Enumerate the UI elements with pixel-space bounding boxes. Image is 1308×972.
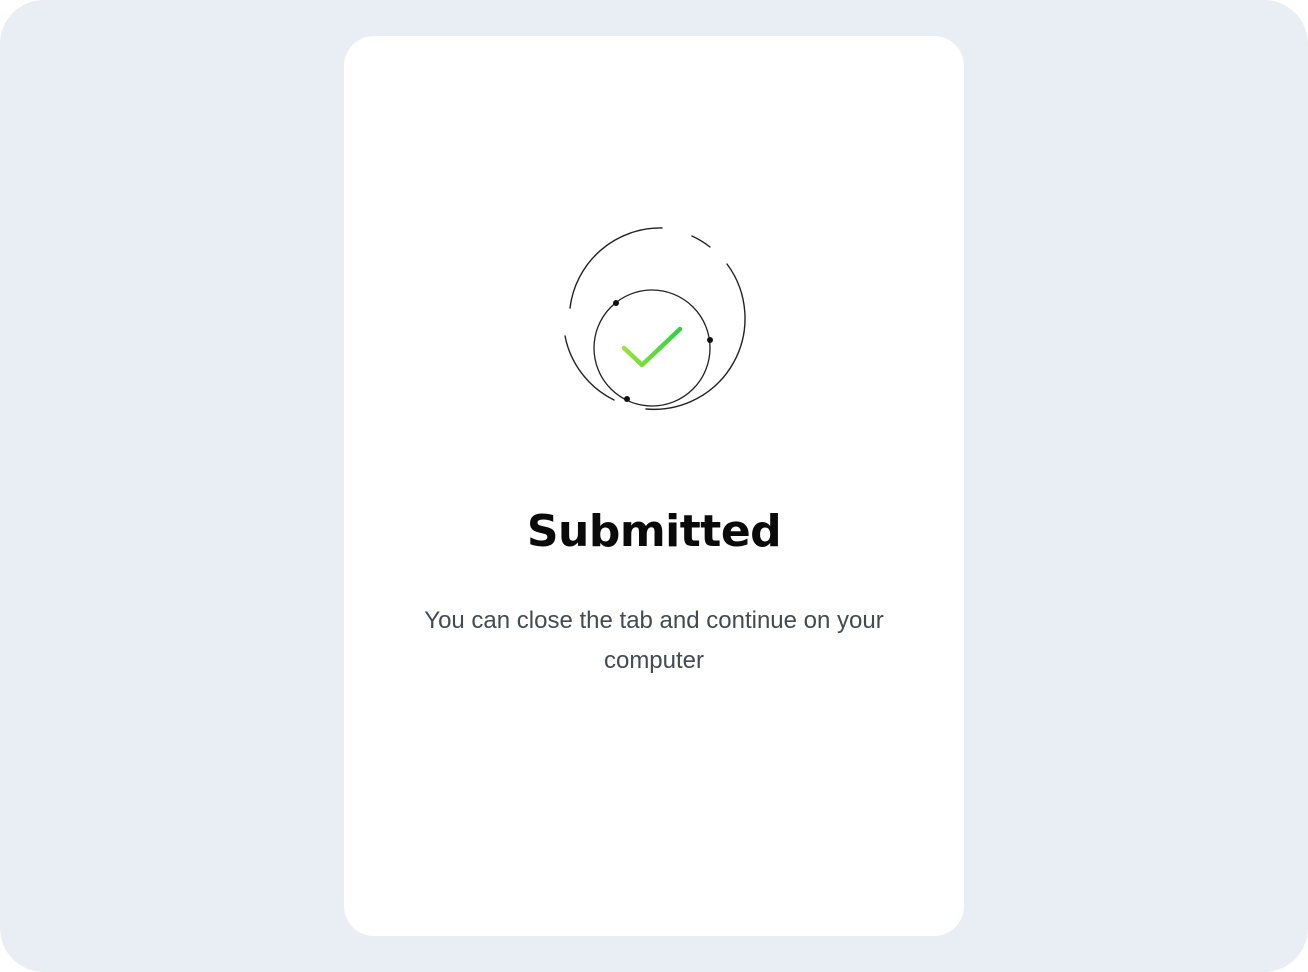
confirmation-card: Submitted You can close the tab and cont… <box>344 36 964 936</box>
page-title: Submitted <box>526 506 782 557</box>
orbit-dot <box>707 337 713 343</box>
page-background: Submitted You can close the tab and cont… <box>0 0 1308 972</box>
status-message: You can close the tab and continue on yo… <box>424 607 884 674</box>
orbit-dot <box>624 396 630 402</box>
inner-ring <box>593 289 711 407</box>
success-icon-graphic <box>542 206 766 430</box>
orbit-dot <box>613 300 619 306</box>
check-icon <box>564 227 746 411</box>
checkmark <box>621 326 683 368</box>
outer-ring <box>564 227 746 411</box>
